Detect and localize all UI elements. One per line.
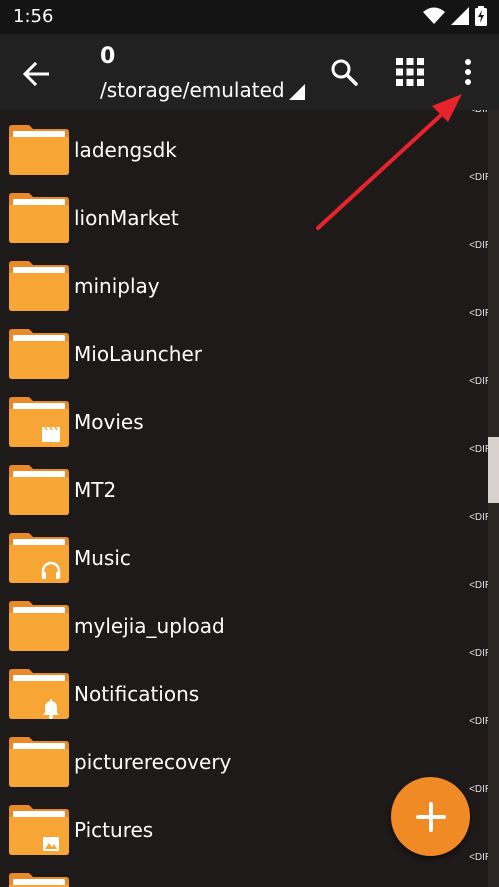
folder-title: 0 <box>100 44 116 69</box>
file-name: mylejia_upload <box>74 614 225 638</box>
folder-icon <box>9 669 69 719</box>
file-name: MioLauncher <box>74 342 202 366</box>
folder-icon <box>9 397 69 447</box>
current-path: /storage/emulated <box>100 78 285 102</box>
battery-charging-icon <box>475 6 487 26</box>
scrollbar-thumb[interactable] <box>488 437 499 503</box>
file-name: lionMarket <box>74 206 179 230</box>
folder-icon <box>9 261 69 311</box>
back-button[interactable] <box>16 54 56 94</box>
grid-view-button[interactable] <box>390 52 430 92</box>
file-name: Pictures <box>74 818 154 842</box>
folder-icon <box>9 737 69 787</box>
file-name: Music <box>74 546 131 570</box>
more-options-button[interactable] <box>448 52 488 92</box>
list-item[interactable]: MioLauncher <box>0 314 489 382</box>
list-item[interactable]: miniplay <box>0 246 489 314</box>
list-item[interactable]: Music <box>0 518 489 586</box>
folder-icon <box>9 533 69 583</box>
back-arrow-icon <box>23 62 49 86</box>
file-name: Notifications <box>74 682 200 706</box>
file-name: Movies <box>74 410 144 434</box>
folder-icon <box>9 193 69 243</box>
status-icons <box>423 6 487 26</box>
status-bar: 1:56 <box>0 0 499 34</box>
list-item[interactable]: mylejia_upload <box>0 586 489 654</box>
grid-view-icon <box>396 58 424 86</box>
folder-icon <box>9 125 69 175</box>
plus-icon <box>415 801 446 832</box>
file-list: ladengsdk lionMarket miniplay MioLauncher Mo… <box>0 110 499 887</box>
list-item[interactable]: Movies <box>0 382 489 450</box>
folder-icon <box>9 465 69 515</box>
search-button[interactable] <box>324 52 364 92</box>
file-name: ladengsdk <box>74 138 177 162</box>
folder-icon <box>9 601 69 651</box>
more-vert-icon <box>465 59 471 85</box>
toolbar: 0 /storage/emulated <box>0 34 499 110</box>
list-item[interactable]: MT2 <box>0 450 489 518</box>
folder-icon <box>9 873 69 887</box>
signal-icon <box>451 7 469 25</box>
wifi-icon <box>423 7 445 24</box>
folder-icon <box>9 329 69 379</box>
path-dropdown[interactable]: /storage/emulated <box>100 78 305 102</box>
search-icon <box>331 59 358 86</box>
list-item[interactable]: lionMarket <box>0 178 489 246</box>
file-name: MT2 <box>74 478 117 502</box>
add-button[interactable] <box>391 777 470 856</box>
folder-icon <box>9 805 69 855</box>
file-name: miniplay <box>74 274 160 298</box>
file-name: picturerecovery <box>74 750 232 774</box>
status-time: 1:56 <box>13 6 54 27</box>
list-item[interactable]: ladengsdk <box>0 110 489 178</box>
dropdown-triangle-icon <box>288 84 305 100</box>
list-item[interactable]: Notifications <box>0 654 489 722</box>
